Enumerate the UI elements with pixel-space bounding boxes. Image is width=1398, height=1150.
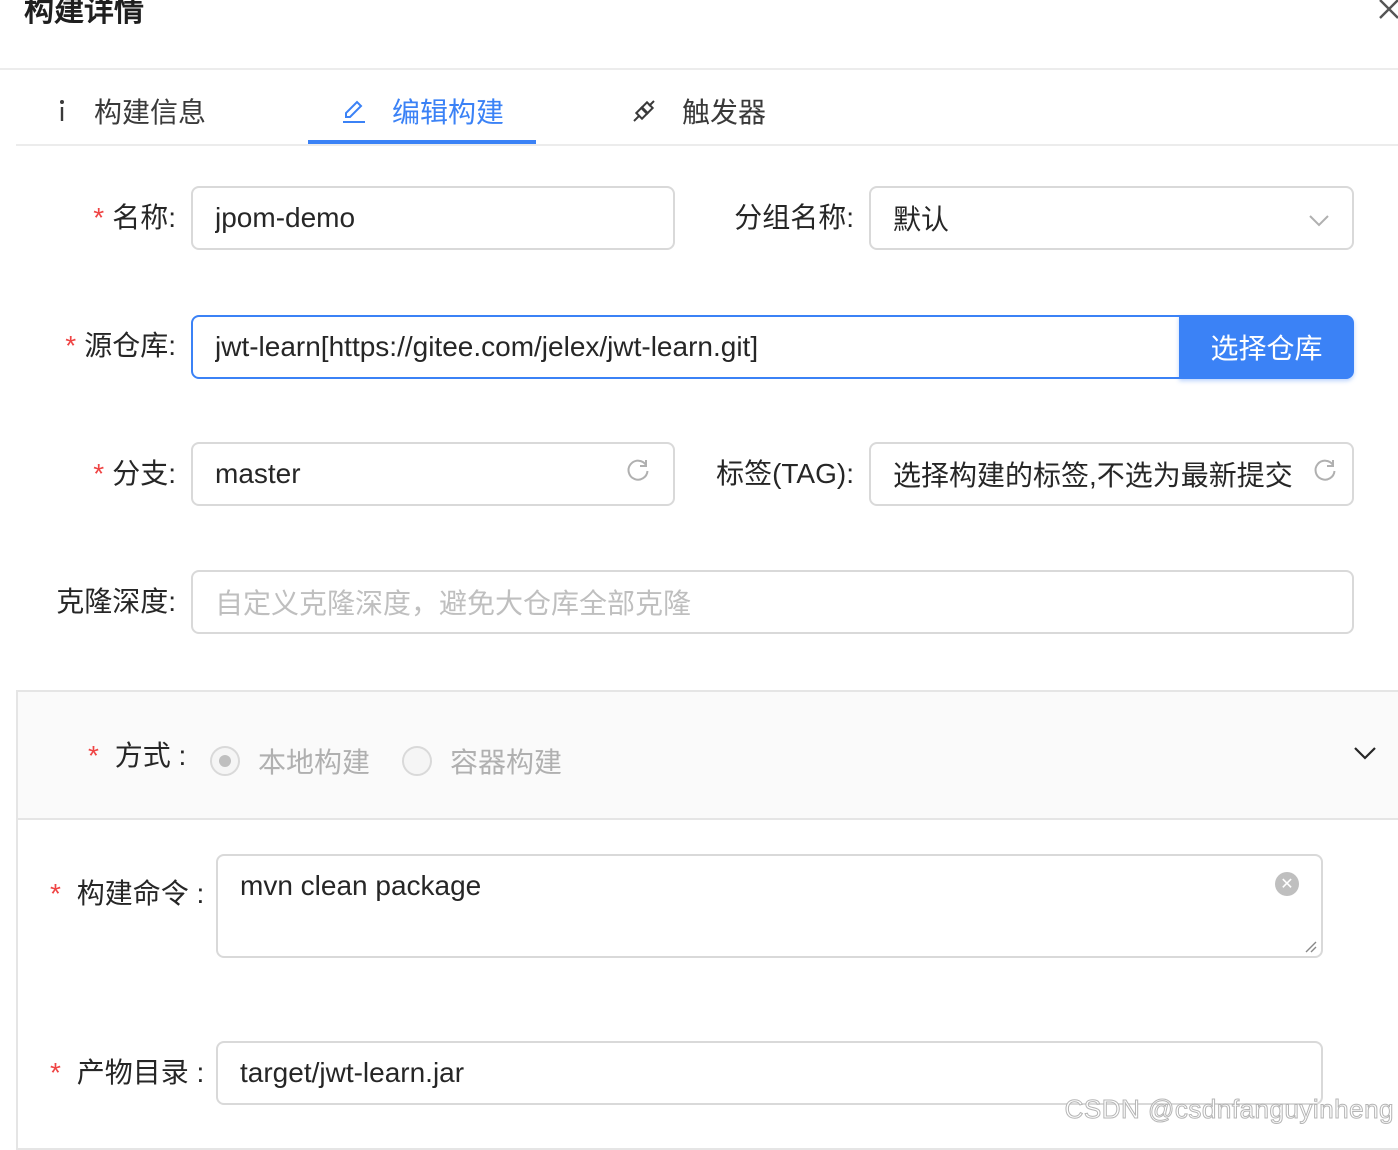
branch-select[interactable]: master xyxy=(191,442,675,506)
clone-depth-input[interactable]: 自定义克隆深度，避免大仓库全部克隆 xyxy=(191,570,1354,634)
chevron-down-icon[interactable] xyxy=(1353,745,1377,766)
chevron-down-icon xyxy=(1308,202,1330,234)
clear-icon[interactable]: ✕ xyxy=(1275,872,1299,896)
radio-local[interactable] xyxy=(210,746,240,776)
required-mark: * xyxy=(93,458,105,489)
name-input[interactable]: jpom-demo xyxy=(191,186,675,250)
tab-trigger[interactable]: 触发器 xyxy=(630,90,766,132)
dialog-title: 构建详情 xyxy=(24,0,144,28)
tab-label: 编辑构建 xyxy=(392,97,505,128)
info-icon xyxy=(54,97,70,125)
reload-icon[interactable] xyxy=(625,458,651,491)
tab-edit-build[interactable]: 编辑构建 xyxy=(340,90,504,132)
close-icon[interactable] xyxy=(1374,0,1398,24)
required-mark: * xyxy=(93,202,105,233)
tag-label: 标签(TAG): xyxy=(716,458,854,489)
select-repo-button[interactable]: 选择仓库 xyxy=(1179,315,1354,379)
required-mark: * xyxy=(88,740,99,771)
api-icon xyxy=(630,97,658,125)
required-mark: * xyxy=(50,1057,61,1088)
tag-select[interactable]: 选择构建的标签,不选为最新提交 xyxy=(869,442,1354,506)
clone-depth-label: 克隆深度: xyxy=(56,586,176,617)
mode-option-local[interactable]: 本地构建 xyxy=(210,741,370,781)
tabs-divider xyxy=(16,144,1398,146)
resize-handle-icon[interactable] xyxy=(1302,938,1318,959)
tab-build-info[interactable]: 构建信息 xyxy=(54,90,206,132)
required-mark: * xyxy=(50,878,61,909)
edit-icon xyxy=(340,97,368,125)
group-label: 分组名称: xyxy=(734,202,854,233)
branch-label: * 分支: xyxy=(93,458,176,489)
artifact-label: * 产物目录 : xyxy=(50,1057,205,1088)
mode-label: * 方式 : xyxy=(88,740,187,771)
name-label: * 名称: xyxy=(93,202,176,233)
watermark: CSDN @csdnfanguyinheng xyxy=(1064,1094,1394,1125)
required-mark: * xyxy=(65,330,77,361)
command-label: * 构建命令 : xyxy=(50,878,205,909)
command-textarea[interactable]: mvn clean package ✕ xyxy=(216,854,1323,958)
header-divider xyxy=(0,68,1398,70)
reload-icon[interactable] xyxy=(1312,458,1338,491)
radio-docker[interactable] xyxy=(402,746,432,776)
repo-input[interactable]: jwt-learn[https://gitee.com/jelex/jwt-le… xyxy=(191,315,1181,379)
mode-option-docker[interactable]: 容器构建 xyxy=(402,741,562,781)
repo-label: * 源仓库: xyxy=(65,330,176,361)
tab-label: 构建信息 xyxy=(94,97,207,128)
group-select[interactable]: 默认 xyxy=(869,186,1354,250)
tab-label: 触发器 xyxy=(682,97,767,128)
